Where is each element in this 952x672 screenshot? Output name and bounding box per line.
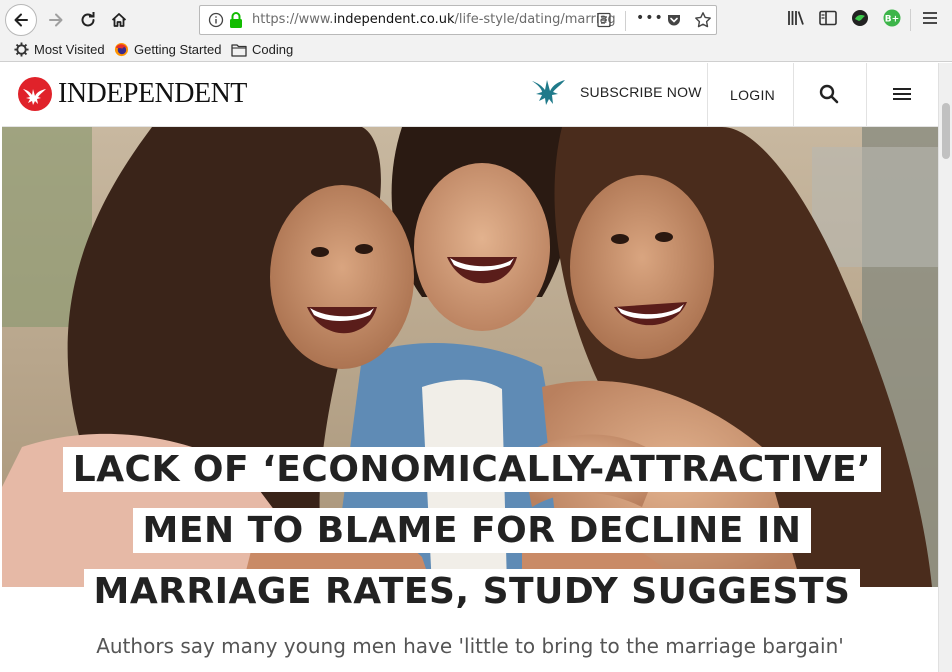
site-header: INDEPENDENT SUBSCRIBE NOW LOGIN [2,63,938,127]
bookmark-label: Coding [252,42,294,57]
header-divider [793,63,794,126]
lock-icon[interactable] [228,11,244,33]
url-prefix: https://www. [252,12,334,27]
bookmark-coding[interactable]: Coding [231,42,293,57]
url-path: /life-style/dating/marriag [454,12,616,27]
toolbar-separator [910,9,911,31]
hamburger-menu-icon[interactable] [921,8,939,32]
bookmark-label: Most Visited [34,42,105,57]
arrow-left-icon [14,13,28,27]
forward-button[interactable] [40,4,72,36]
header-divider [866,63,867,126]
back-button[interactable] [5,4,37,36]
url-text[interactable]: https://www.independent.co.uk/life-style… [252,12,616,27]
home-icon [111,13,127,27]
library-icon[interactable] [786,8,806,32]
search-icon[interactable] [818,83,840,109]
subscribe-link[interactable]: SUBSCRIBE NOW [530,77,702,107]
eagle-logo-icon [18,77,52,111]
eagle-icon [532,80,565,105]
url-separator [625,11,626,31]
reader-view-icon[interactable] [596,12,612,32]
more-actions-icon[interactable]: ••• [636,10,664,26]
extension-badge-text: B+ [885,15,899,25]
page-scrollbar[interactable] [938,63,952,672]
bookmark-getting-started[interactable]: Getting Started [114,42,221,57]
info-icon[interactable] [208,12,224,32]
bookmarks-bar: Most Visited Getting Started Coding [0,40,952,62]
home-button[interactable] [103,4,135,36]
subscribe-label: SUBSCRIBE NOW [580,84,702,100]
article-standfirst: Authors say many young men have 'little … [96,634,844,658]
headline-text: LACK OF ‘ECONOMICALLY-ATTRACTIVE’ MEN TO… [62,447,882,614]
login-link[interactable]: LOGIN [730,87,775,103]
web-page: INDEPENDENT SUBSCRIBE NOW LOGIN LACK OF … [2,63,938,672]
firefox-icon [114,42,129,57]
reload-button[interactable] [72,4,104,36]
bookmark-most-visited[interactable]: Most Visited [14,42,105,57]
sidebar-icon[interactable] [818,8,838,32]
extension-icon[interactable] [850,8,870,32]
scrollbar-thumb[interactable] [942,103,950,159]
extension-badge-icon[interactable]: B+ [882,8,902,32]
gear-icon [14,42,29,57]
site-logo[interactable]: INDEPENDENT [18,77,247,111]
folder-icon [231,43,247,57]
url-domain: independent.co.uk [333,12,455,27]
pocket-icon[interactable] [666,12,682,32]
reload-icon [81,12,95,27]
site-logo-text: INDEPENDENT [58,78,247,109]
article-headline: LACK OF ‘ECONOMICALLY-ATTRACTIVE’ MEN TO… [42,439,902,622]
bookmark-label: Getting Started [134,42,222,57]
url-bar[interactable]: https://www.independent.co.uk/life-style… [199,5,717,35]
header-divider [707,63,708,126]
browser-toolbar: https://www.independent.co.uk/life-style… [0,0,952,40]
arrow-right-icon [49,13,63,27]
menu-icon[interactable] [891,83,913,109]
bookmark-star-icon[interactable] [694,11,712,33]
